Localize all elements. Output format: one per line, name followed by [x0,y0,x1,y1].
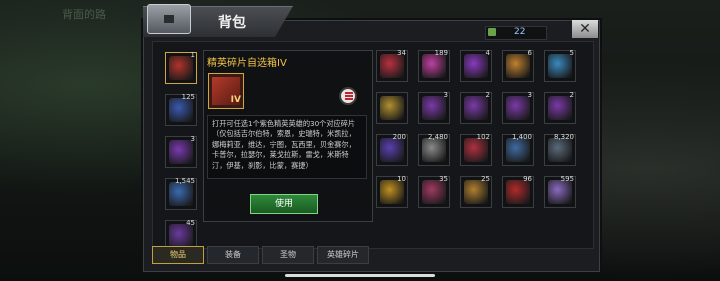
item-icon [506,138,530,162]
item-slot[interactable]: 102 [460,133,492,166]
capacity-value: 22 [514,27,526,37]
menu-line-icon [345,92,353,94]
item-slot[interactable]: 2,480 [418,133,450,166]
menu-line-icon [345,98,353,100]
item-count: 3 [527,91,532,99]
item-slot[interactable]: 200 [376,133,408,166]
item-icon [380,138,404,162]
item-slot[interactable]: 1 [165,51,197,84]
item-slot[interactable]: 2 [460,91,492,124]
tier-badge: IV [230,95,241,105]
item-slot[interactable]: 125 [165,93,197,126]
item-count: 34 [397,49,406,57]
page-title: 背包 [218,15,246,31]
tab-2[interactable]: 圣物 [262,246,314,264]
item-count: 96 [523,175,532,183]
item-count: 35 [439,175,448,183]
tab-1[interactable]: 装备 [207,246,259,264]
item-count: 1 [190,51,195,59]
item-slot[interactable]: 3 [418,91,450,124]
item-count: 125 [181,93,195,101]
item-slot[interactable]: 10 [376,175,408,208]
item-icon [380,54,404,78]
item-icon [464,54,488,78]
close-button[interactable]: ✕ [572,20,598,38]
item-icon [464,180,488,204]
item-count: 2,480 [427,133,448,141]
item-slot[interactable]: 34 [376,49,408,82]
item-slot[interactable]: 96 [502,175,534,208]
item-menu-button[interactable] [339,87,357,105]
item-icon [169,56,193,80]
item-icon [169,182,193,206]
item-count: 102 [476,133,490,141]
item-slot[interactable] [376,92,408,124]
background-text: 背面的路 [62,8,106,21]
item-slot[interactable]: 2 [544,91,576,124]
item-icon [169,140,193,164]
item-icon [422,54,446,78]
item-icon [464,138,488,162]
item-icon [506,54,530,78]
item-count: 4 [485,49,490,57]
item-icon [464,96,488,120]
tab-0[interactable]: 物品 [152,246,204,264]
item-icon [422,96,446,120]
item-description: 打开可任选1个紫色精英英雄的30个对应碎片（仅包括吉尔伯特，索恩，史瑞特，米凯拉… [207,115,367,179]
use-button[interactable]: 使用 [250,194,318,214]
capacity-icon [488,28,496,36]
item-slot[interactable]: 5 [544,49,576,82]
item-slot[interactable]: 4 [460,49,492,82]
home-indicator [285,274,435,277]
bag-tabs: 物品 装备 圣物 英雄碎片 [152,246,382,266]
item-count: 2 [485,91,490,99]
item-slot[interactable]: 595 [544,175,576,208]
item-icon [506,180,530,204]
item-slot[interactable]: 25 [460,175,492,208]
item-slot[interactable]: 189 [418,49,450,82]
menu-line-icon [345,95,353,97]
item-slot[interactable]: 6 [502,49,534,82]
item-detail-title: 精英碎片自选箱IV [207,58,287,69]
capacity-counter: 22 [485,26,547,40]
item-count: 1,400 [511,133,532,141]
selected-item-icon: IV [208,73,244,109]
item-count: 8,320 [553,133,574,141]
item-count: 5 [569,49,574,57]
item-slot[interactable]: 3 [165,135,197,168]
item-count: 2 [569,91,574,99]
item-icon [422,180,446,204]
item-count: 595 [560,175,574,183]
chest-icon [147,4,191,34]
item-icon [548,180,572,204]
item-grid: 34 189 4 6 5 3 2 3 2 200 2,480 102 1,400 8,320 10 35 25 9… [374,48,586,216]
item-count: 3 [190,135,195,143]
item-icon [548,54,572,78]
item-icon [169,224,193,248]
item-slot[interactable]: 1,400 [502,133,534,166]
item-icon [548,96,572,120]
item-icon [548,138,572,162]
item-count: 3 [443,91,448,99]
item-count: 1,545 [174,177,195,185]
item-slot[interactable]: 35 [418,175,450,208]
item-icon [380,96,404,120]
item-icon [422,138,446,162]
item-count: 200 [392,133,406,141]
item-count: 6 [527,49,532,57]
item-count: 45 [186,219,195,227]
item-count: 25 [481,175,490,183]
item-count: 189 [434,49,448,57]
item-slot[interactable]: 8,320 [544,133,576,166]
item-icon [506,96,530,120]
tab-3[interactable]: 英雄碎片 [317,246,369,264]
item-slot[interactable]: 3 [502,91,534,124]
item-count: 10 [397,175,406,183]
item-slot[interactable]: 1,545 [165,177,197,210]
item-icon [380,180,404,204]
item-icon [169,98,193,122]
left-item-column: 1 125 3 1,545 45 [163,48,199,252]
